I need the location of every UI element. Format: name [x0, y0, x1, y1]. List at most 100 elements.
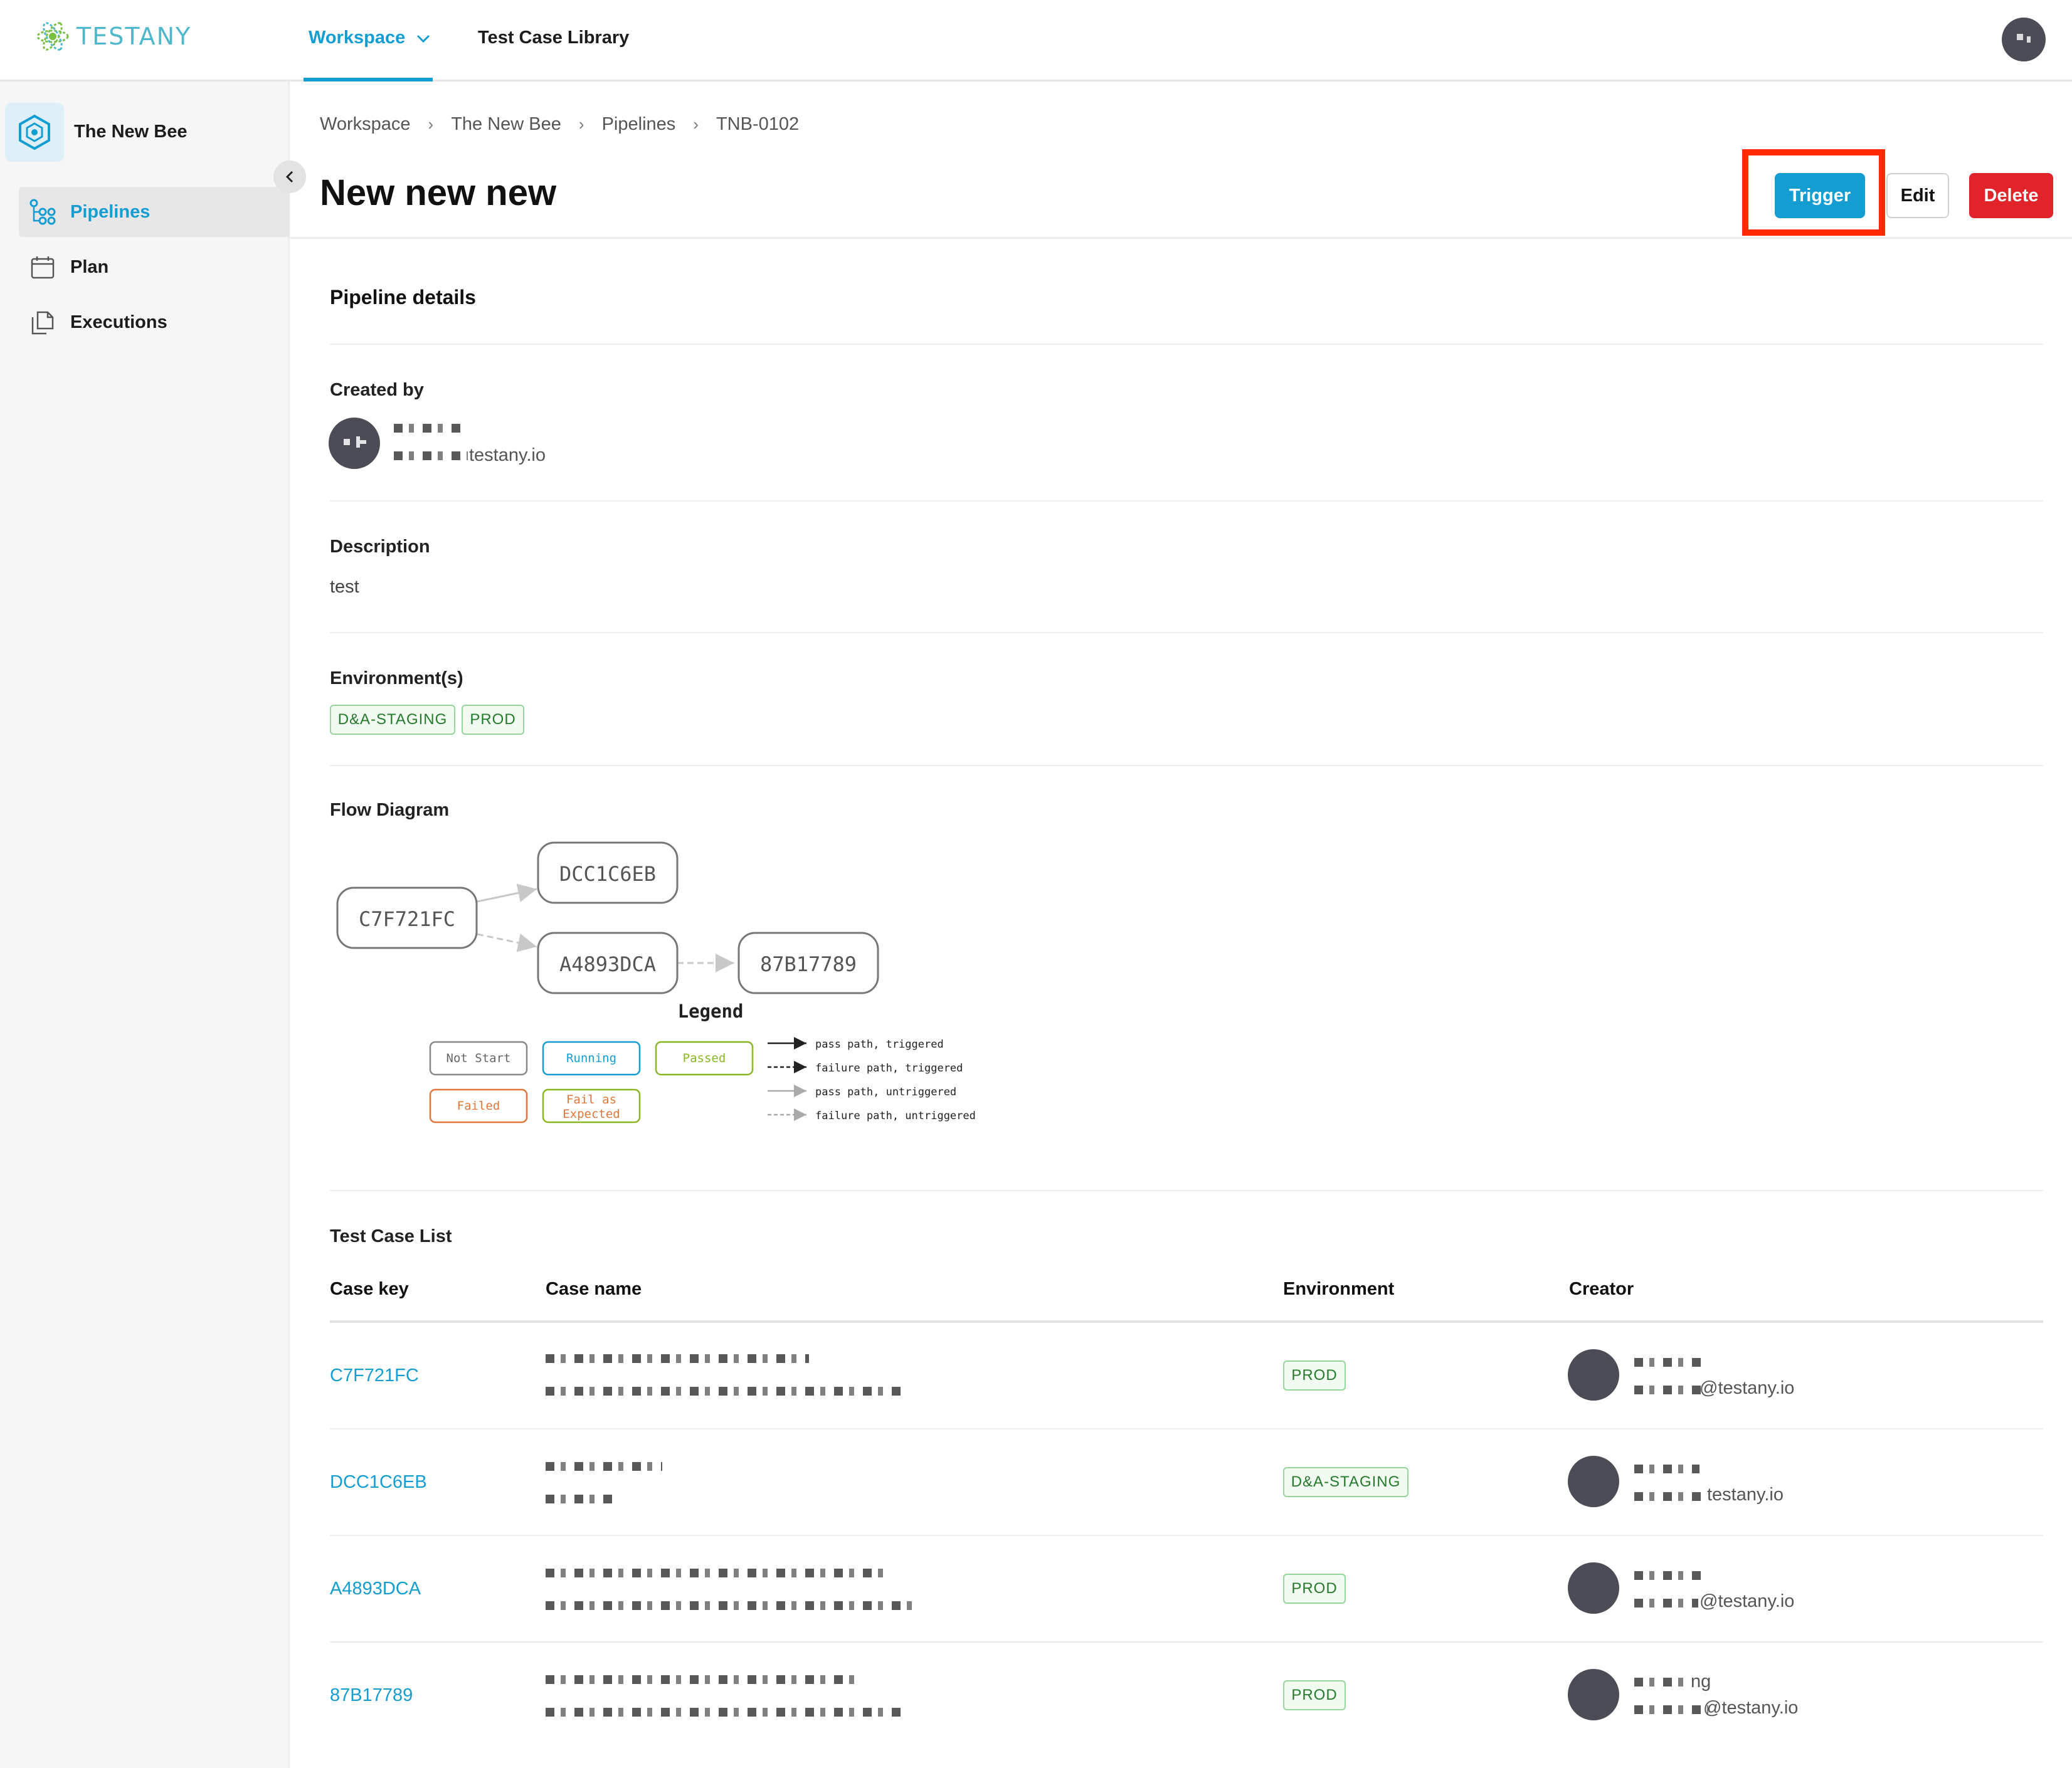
- page-title: New new new: [320, 172, 557, 213]
- creator-avatar: [1568, 1669, 1619, 1720]
- redacted-creator-email: [1634, 1386, 1702, 1394]
- flow-node-label: A4893DCA: [559, 952, 656, 976]
- row-divider: [330, 1535, 2043, 1536]
- breadcrumb-project[interactable]: The New Bee: [451, 114, 561, 135]
- logo-atom-icon: [36, 22, 69, 51]
- legend-state-label: Passed: [683, 1051, 726, 1065]
- legend-state-not-start: Not Start: [429, 1041, 528, 1076]
- redacted-case-description: [546, 1708, 901, 1717]
- redacted-case-description: [546, 1387, 903, 1396]
- breadcrumb-workspace[interactable]: Workspace: [320, 114, 411, 135]
- sidebar-collapse-button[interactable]: [273, 160, 306, 193]
- chevron-left-icon: [285, 171, 293, 183]
- column-header-case-key[interactable]: Case key: [330, 1279, 409, 1300]
- avatar-pattern-icon: [2017, 34, 2031, 43]
- redacted-case-name: [546, 1569, 884, 1577]
- env-tag: PROD: [1283, 1574, 1346, 1604]
- nav-test-case-library[interactable]: Test Case Library: [478, 28, 629, 48]
- sidebar-item-label: Plan: [70, 256, 109, 277]
- sidebar-item-pipelines[interactable]: Pipelines: [19, 187, 290, 237]
- flow-node-label: 87B17789: [760, 952, 857, 976]
- calendar-icon: [29, 253, 56, 281]
- test-case-list-title: Test Case List: [330, 1226, 452, 1246]
- flow-node-dcc1c6eb[interactable]: DCC1C6EB: [537, 841, 679, 904]
- flow-node-label: DCC1C6EB: [559, 862, 656, 886]
- case-key-link[interactable]: DCC1C6EB: [330, 1472, 427, 1493]
- pipelines-icon: [29, 198, 56, 226]
- flow-diagram-label: Flow Diagram: [330, 800, 450, 820]
- header-divider: [290, 237, 2072, 239]
- description-label: Description: [330, 537, 430, 557]
- column-header-environment[interactable]: Environment: [1283, 1279, 1394, 1300]
- flow-node-87b17789[interactable]: 87B17789: [737, 932, 879, 994]
- flow-diagram: C7F721FC DCC1C6EB A4893DCA 87B17789 Lege…: [336, 841, 976, 1123]
- row-divider: [330, 1428, 2043, 1429]
- divider: [330, 765, 2043, 766]
- legend-state-running: Running: [542, 1041, 641, 1076]
- nav-workspace[interactable]: Workspace: [309, 28, 430, 48]
- redacted-creator-email: [1634, 1492, 1706, 1501]
- redacted-case-description: [546, 1601, 912, 1610]
- case-key-link[interactable]: A4893DCA: [330, 1579, 421, 1599]
- redacted-case-name: [546, 1354, 809, 1363]
- env-tag: PROD: [1283, 1680, 1346, 1710]
- column-header-creator[interactable]: Creator: [1569, 1279, 1634, 1300]
- column-header-case-name[interactable]: Case name: [546, 1279, 642, 1300]
- delete-button[interactable]: Delete: [1969, 173, 2053, 218]
- top-navigation: TESTANY Workspace Test Case Library: [0, 0, 2072, 82]
- legend-path-label: pass path, triggered: [815, 1038, 944, 1051]
- sidebar-item-plan[interactable]: Plan: [19, 242, 290, 292]
- breadcrumb-current: TNB-0102: [716, 114, 800, 134]
- pipeline-details-title: Pipeline details: [330, 286, 476, 308]
- env-tag: PROD: [1283, 1360, 1346, 1391]
- breadcrumb: Workspace › The New Bee › Pipelines › TN…: [320, 114, 799, 135]
- divider: [330, 500, 2043, 502]
- flow-edge: [477, 933, 537, 952]
- redacted-case-name: [546, 1675, 860, 1684]
- breadcrumb-pipelines[interactable]: Pipelines: [602, 114, 676, 135]
- creator-name-fragment: ng: [1691, 1671, 1711, 1692]
- project-name: The New Bee: [74, 122, 188, 142]
- user-avatar[interactable]: [2002, 18, 2046, 61]
- legend-path-label: failure path, untriggered: [815, 1110, 976, 1122]
- legend-state-label: Running: [566, 1051, 616, 1065]
- creator-avatar: [329, 418, 380, 469]
- legend-state-label: Expected: [563, 1107, 620, 1121]
- legend-path-label: pass path, untriggered: [815, 1086, 956, 1098]
- avatar-pattern-icon: [344, 436, 366, 448]
- project-hexagon-icon: [5, 103, 64, 162]
- redacted-creator-email: [394, 451, 468, 460]
- sidebar-item-label: Pipelines: [70, 201, 151, 222]
- testany-logo[interactable]: TESTANY: [35, 19, 191, 54]
- divider: [330, 632, 2043, 633]
- chevron-right-icon: ›: [693, 115, 699, 134]
- description-value: test: [330, 577, 359, 597]
- case-key-link[interactable]: C7F721FC: [330, 1365, 419, 1386]
- sidebar-item-executions[interactable]: Executions: [19, 297, 290, 347]
- divider: [330, 344, 2043, 345]
- redacted-creator-name: [1634, 1465, 1699, 1473]
- env-tag: D&A-STAGING: [1283, 1467, 1409, 1497]
- trigger-button[interactable]: Trigger: [1775, 173, 1865, 218]
- legend-state-label: Failed: [457, 1099, 500, 1113]
- nav-active-indicator: [304, 78, 433, 82]
- flow-node-c7f721fc[interactable]: C7F721FC: [336, 887, 478, 949]
- created-by-label: Created by: [330, 380, 424, 400]
- legend-state-failed: Failed: [429, 1088, 528, 1123]
- flow-node-a4893dca[interactable]: A4893DCA: [537, 932, 679, 994]
- edit-button[interactable]: Edit: [1886, 173, 1949, 218]
- legend-state-label: Fail as: [566, 1093, 616, 1107]
- creator-email-domain: testany.io: [1707, 1485, 1784, 1505]
- creator-email-domain: @testany.io: [1699, 1591, 1795, 1611]
- legend-state-fail-as-expected: Fail as Expected: [542, 1088, 641, 1123]
- redacted-creator-name: [1634, 1571, 1705, 1580]
- app-root: TESTANY Workspace Test Case Library The …: [0, 0, 2072, 1768]
- creator-avatar: [1568, 1456, 1619, 1507]
- case-key-link[interactable]: 87B17789: [330, 1685, 413, 1706]
- nav-workspace-label: Workspace: [309, 28, 406, 48]
- logo-text: TESTANY: [77, 23, 192, 50]
- row-divider: [330, 1641, 2043, 1643]
- env-tag-staging: D&A-STAGING: [330, 705, 455, 735]
- chevron-right-icon: ›: [578, 115, 584, 134]
- chevron-right-icon: ›: [428, 115, 434, 134]
